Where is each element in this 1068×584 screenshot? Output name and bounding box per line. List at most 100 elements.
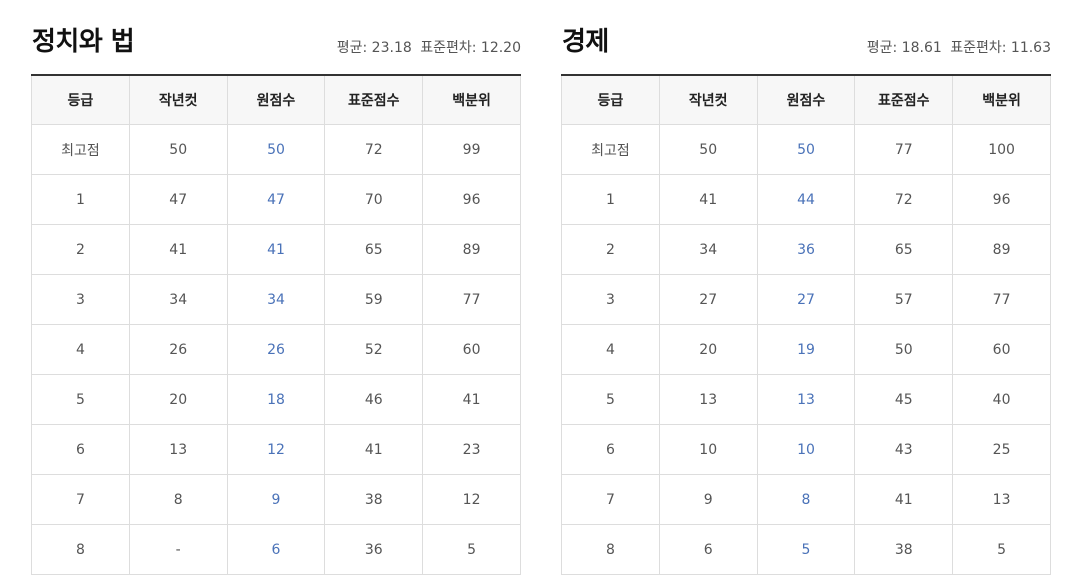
last-year-cut-cell: 13	[128, 424, 228, 475]
table-row: 2 41 41 65 89	[31, 224, 521, 275]
standard-score-cell: 77	[854, 124, 954, 175]
table-header-row: 등급 작년컷 원점수 표준점수 백분위	[561, 74, 1051, 125]
percentile-cell: 99	[422, 124, 521, 175]
last-year-cut-cell: 41	[658, 174, 758, 225]
raw-score-cell: 50	[756, 124, 856, 175]
standard-score-cell: 72	[324, 124, 424, 175]
percentile-cell: 96	[952, 174, 1051, 225]
table-row: 5 20 18 46 41	[31, 374, 521, 425]
grade-cell: 1	[31, 174, 130, 225]
raw-score-cell: 47	[226, 174, 326, 225]
mean-value: 평균: 23.18	[336, 40, 412, 56]
raw-score-cell: 34	[226, 274, 326, 325]
table-body: 최고점 50 50 72 99 1 47 47 70 96 2 41 41 65 89 3 34 34 59 77 4 2…	[31, 124, 521, 575]
last-year-cut-cell: 41	[128, 224, 228, 275]
last-year-cut-cell: 27	[658, 274, 758, 325]
table-row: 6 10 10 43 25	[561, 424, 1051, 475]
standard-score-cell: 38	[854, 524, 954, 575]
percentile-cell: 60	[952, 324, 1051, 375]
standard-score-cell: 65	[854, 224, 954, 275]
score-table: 등급 작년컷 원점수 표준점수 백분위 최고점 50 50 77 100 1 41 44 72 9…	[561, 74, 1051, 575]
raw-score-cell: 12	[226, 424, 326, 475]
table-row: 8 6 5 38 5	[561, 524, 1051, 575]
grade-cell: 7	[31, 474, 130, 525]
raw-score-cell: 13	[756, 374, 856, 425]
standard-score-cell: 46	[324, 374, 424, 425]
table-header-row: 등급 작년컷 원점수 표준점수 백분위	[31, 74, 521, 125]
grade-cell: 8	[31, 524, 130, 575]
last-year-cut-cell: 8	[128, 474, 228, 525]
table-row: 최고점 50 50 72 99	[31, 124, 521, 175]
raw-score-cell: 41	[226, 224, 326, 275]
standard-score-cell: 41	[324, 424, 424, 475]
table-row: 3 34 34 59 77	[31, 274, 521, 325]
stdev-value: 표준편차: 12.20	[420, 40, 521, 56]
grade-cell: 최고점	[561, 124, 660, 175]
standard-score-cell: 43	[854, 424, 954, 475]
mean-value: 평균: 18.61	[866, 40, 942, 56]
grade-cell: 7	[561, 474, 660, 525]
panel-title: 정치와 법	[32, 27, 135, 57]
percentile-cell: 89	[952, 224, 1051, 275]
standard-score-cell: 57	[854, 274, 954, 325]
table-row: 1 41 44 72 96	[561, 174, 1051, 225]
raw-score-cell: 9	[226, 474, 326, 525]
raw-score-cell: 44	[756, 174, 856, 225]
percentile-cell: 96	[422, 174, 521, 225]
column-header-last-year-cut: 작년컷	[128, 74, 228, 125]
grade-cell: 5	[31, 374, 130, 425]
table-row: 8-6 36 5	[31, 524, 521, 575]
grade-cell: 6	[31, 424, 130, 475]
percentile-cell: 89	[422, 224, 521, 275]
standard-score-cell: 65	[324, 224, 424, 275]
percentile-cell: 77	[422, 274, 521, 325]
grade-cell: 4	[561, 324, 660, 375]
percentile-cell: 77	[952, 274, 1051, 325]
last-year-cut-cell: -	[128, 524, 228, 575]
score-panel-politics-law: 정치와 법 평균: 23.18 표준편차: 12.20 등급 작년컷 원점수 표…	[31, 0, 521, 575]
panel-stats: 평균: 23.18 표준편차: 12.20	[337, 39, 521, 57]
table-row: 6 13 12 41 23	[31, 424, 521, 475]
column-header-raw-score: 원점수	[226, 74, 326, 125]
grade-cell: 2	[31, 224, 130, 275]
column-header-percentile: 백분위	[952, 74, 1051, 125]
percentile-cell: 13	[952, 474, 1051, 525]
grade-cell: 최고점	[31, 124, 130, 175]
grade-cell: 4	[31, 324, 130, 375]
percentile-cell: 5	[422, 524, 521, 575]
standard-score-cell: 41	[854, 474, 954, 525]
table-row: 최고점 50 50 77 100	[561, 124, 1051, 175]
last-year-cut-cell: 20	[658, 324, 758, 375]
column-header-standard-score: 표준점수	[324, 74, 424, 125]
column-header-percentile: 백분위	[422, 74, 521, 125]
standard-score-cell: 59	[324, 274, 424, 325]
raw-score-cell: 18	[226, 374, 326, 425]
percentile-cell: 12	[422, 474, 521, 525]
panel-title: 경제	[562, 27, 609, 57]
last-year-cut-cell: 34	[658, 224, 758, 275]
grade-cell: 8	[561, 524, 660, 575]
percentile-cell: 60	[422, 324, 521, 375]
column-header-standard-score: 표준점수	[854, 74, 954, 125]
score-table: 등급 작년컷 원점수 표준점수 백분위 최고점 50 50 72 99 1 47 47 70 96…	[31, 74, 521, 575]
standard-score-cell: 72	[854, 174, 954, 225]
column-header-grade: 등급	[31, 74, 130, 125]
percentile-cell: 40	[952, 374, 1051, 425]
score-panel-economics: 경제 평균: 18.61 표준편차: 11.63 등급 작년컷 원점수 표준점수…	[561, 0, 1051, 575]
standard-score-cell: 52	[324, 324, 424, 375]
grade-cell: 1	[561, 174, 660, 225]
standard-score-cell: 36	[324, 524, 424, 575]
raw-score-cell: 27	[756, 274, 856, 325]
panel-header: 경제 평균: 18.61 표준편차: 11.63	[561, 0, 1051, 74]
raw-score-cell: 6	[226, 524, 326, 575]
last-year-cut-cell: 50	[658, 124, 758, 175]
last-year-cut-cell: 34	[128, 274, 228, 325]
stdev-value: 표준편차: 11.63	[950, 40, 1051, 56]
standard-score-cell: 50	[854, 324, 954, 375]
grade-cell: 5	[561, 374, 660, 425]
column-header-grade: 등급	[561, 74, 660, 125]
table-row: 1 47 47 70 96	[31, 174, 521, 225]
percentile-cell: 100	[952, 124, 1051, 175]
table-row: 3 27 27 57 77	[561, 274, 1051, 325]
grade-cell: 3	[561, 274, 660, 325]
